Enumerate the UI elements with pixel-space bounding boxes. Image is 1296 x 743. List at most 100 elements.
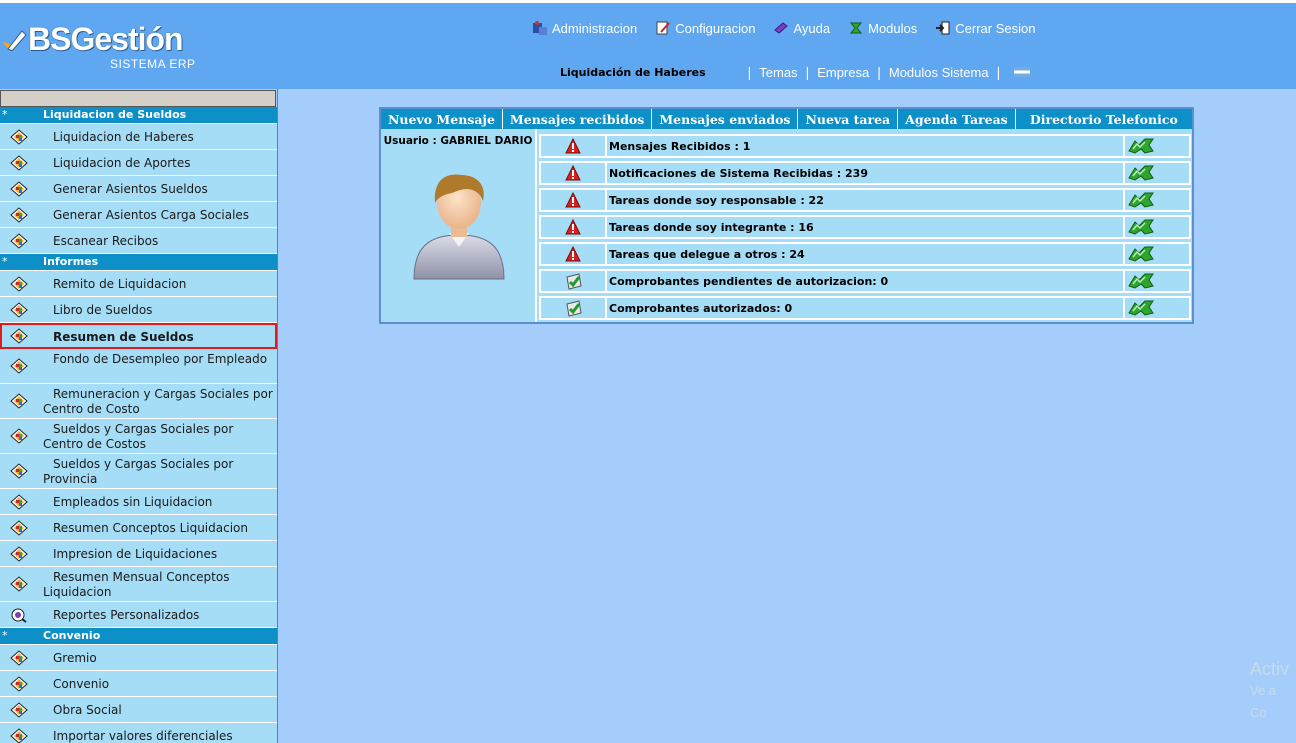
nav-configuracion-label: Configuracion (675, 20, 756, 36)
go-arrow-icon[interactable] (1125, 244, 1189, 264)
module-item-icon (10, 302, 28, 318)
tab-agenda-tareas[interactable]: Agenda Tareas (898, 109, 1016, 129)
approved-check-icon (541, 271, 607, 291)
sidebar-item-generar-asientos-sueldos[interactable]: Generar Asientos Sueldos (0, 176, 277, 202)
sidebar-item-resumen-mensual-conceptos-liquidacion[interactable]: Resumen Mensual Conceptos Liquidacion (0, 567, 277, 602)
sidebar-item-resumen-de-sueldos[interactable]: Resumen de Sueldos (0, 323, 277, 349)
module-item-icon (10, 328, 28, 344)
warning-icon (541, 244, 607, 264)
section-convenio[interactable]: * Convenio (0, 628, 277, 645)
sidebar-item-sueldos-y-cargas-sociales-por-centro-de-costos[interactable]: Sueldos y Cargas Sociales por Centro de … (0, 419, 277, 454)
current-module-title: Liquidación de Haberes (560, 65, 706, 79)
summary-rows: Mensajes Recibidos : 1 Notificaciones de … (539, 134, 1191, 323)
go-arrow-icon[interactable] (1125, 298, 1189, 318)
subnav-empresa[interactable]: Empresa (817, 65, 869, 80)
windows-activation-watermark: Activ Ve a Co (1250, 658, 1296, 724)
logo-subtitle: SISTEMA ERP (110, 57, 196, 71)
sidebar-item-escanear-recibos[interactable]: Escanear Recibos (0, 228, 277, 254)
summary-text: Comprobantes pendientes de autorizacion:… (607, 271, 1125, 291)
watermark-line2: Ve a Co (1250, 683, 1277, 720)
sidebar-item-sueldos-y-cargas-sociales-por-provincia[interactable]: Sueldos y Cargas Sociales por Provincia (0, 454, 277, 489)
sidebar-item-impresion-de-liquidaciones[interactable]: Impresion de Liquidaciones (0, 541, 277, 567)
sidebar-menu: * Liquidacion de Sueldos Liquidacion de … (0, 89, 278, 743)
sidebar-item-remito-de-liquidacion[interactable]: Remito de Liquidacion (0, 271, 277, 297)
dashboard-panel: Nuevo Mensaje Mensajes recibidos Mensaje… (379, 107, 1194, 324)
sidebar-item-label: Obra Social (53, 703, 122, 717)
tab-directorio-telefonico[interactable]: Directorio Telefonico (1016, 109, 1192, 129)
user-avatar-icon (413, 174, 505, 280)
summary-text: Tareas donde soy integrante : 16 (607, 217, 1125, 237)
sidebar-item-convenio[interactable]: Convenio (0, 671, 277, 697)
nav-modulos-label: Modulos (868, 20, 918, 36)
subnav-modulos-sistema[interactable]: Modulos Sistema (889, 65, 989, 80)
summary-row: Tareas donde soy integrante : 16 (539, 215, 1191, 239)
nav-configuracion[interactable]: Configuracion (655, 20, 755, 36)
go-arrow-icon[interactable] (1125, 271, 1189, 291)
modules-icon (850, 22, 863, 34)
config-icon (656, 21, 671, 35)
sidebar-item-label: Importar valores diferenciales (53, 729, 233, 743)
panel-tabs: Nuevo Mensaje Mensajes recibidos Mensaje… (381, 109, 1192, 129)
go-arrow-icon[interactable] (1125, 217, 1189, 237)
sidebar-top-bar (0, 90, 276, 107)
sidebar-item-label: Sueldos y Cargas Sociales por Provincia (43, 457, 234, 486)
sidebar-item-liquidacion-de-haberes[interactable]: Liquidacion de Haberes (0, 124, 277, 150)
summary-text: Notificaciones de Sistema Recibidas : 23… (607, 163, 1125, 183)
sidebar-item-reportes-personalizados[interactable]: Reportes Personalizados (0, 602, 277, 628)
section-informes[interactable]: * Informes (0, 254, 277, 271)
summary-row: Notificaciones de Sistema Recibidas : 23… (539, 161, 1191, 185)
sidebar-item-generar-asientos-carga-sociales[interactable]: Generar Asientos Carga Sociales (0, 202, 277, 228)
sidebar-item-label: Generar Asientos Sueldos (53, 182, 208, 196)
nav-administracion-label: Administracion (552, 20, 638, 36)
sidebar-item-obra-social[interactable]: Obra Social (0, 697, 277, 723)
report-icon (10, 607, 28, 623)
subnav-separator: | (805, 64, 810, 80)
nav-cerrar-sesion-label: Cerrar Sesion (955, 20, 1036, 36)
tab-mensajes-recibidos[interactable]: Mensajes recibidos (503, 109, 653, 129)
go-arrow-icon[interactable] (1125, 136, 1189, 156)
nav-ayuda[interactable]: Ayuda (773, 20, 830, 36)
logout-icon (936, 21, 950, 35)
nav-administracion[interactable]: Administracion (532, 20, 637, 36)
summary-text: Tareas donde soy responsable : 22 (607, 190, 1125, 210)
go-arrow-icon[interactable] (1125, 163, 1189, 183)
sidebar-item-remuneracion-y-cargas-sociales-por-centro-de-costo[interactable]: Remuneracion y Cargas Sociales por Centr… (0, 384, 277, 419)
sidebar-item-liquidacion-de-aportes[interactable]: Liquidacion de Aportes (0, 150, 277, 176)
module-item-icon (10, 129, 28, 145)
summary-row: Comprobantes autorizados: 0 (539, 296, 1191, 320)
nav-modulos[interactable]: Modulos (848, 20, 917, 36)
sidebar-item-label: Fondo de Desempleo por Empleado (53, 352, 268, 366)
subnav-separator: | (996, 64, 1001, 80)
warning-icon (541, 163, 607, 183)
argentina-flag-icon[interactable] (1014, 67, 1031, 77)
tab-nueva-tarea[interactable]: Nueva tarea (798, 109, 899, 129)
summary-row: Tareas que delegue a otros : 24 (539, 242, 1191, 266)
sidebar-item-resumen-conceptos-liquidacion[interactable]: Resumen Conceptos Liquidacion (0, 515, 277, 541)
sidebar-item-label: Resumen Mensual Conceptos Liquidacion (43, 570, 230, 599)
top-navigation: Administracion Configuracion Ayuda Modul… (532, 17, 1053, 39)
sidebar-item-importar-valores-diferenciales[interactable]: Importar valores diferenciales (0, 723, 277, 743)
module-item-icon (10, 207, 28, 223)
sidebar-item-label: Generar Asientos Carga Sociales (53, 208, 250, 222)
nav-ayuda-label: Ayuda (793, 20, 831, 36)
module-item-icon (10, 650, 28, 666)
sidebar-item-label: Reportes Personalizados (53, 608, 200, 622)
tab-nuevo-mensaje[interactable]: Nuevo Mensaje (381, 109, 503, 129)
go-arrow-icon[interactable] (1125, 190, 1189, 210)
sidebar-item-gremio[interactable]: Gremio (0, 645, 277, 671)
warning-icon (541, 190, 607, 210)
sidebar-item-label: Empleados sin Liquidacion (53, 495, 213, 509)
sidebar-item-empleados-sin-liquidacion[interactable]: Empleados sin Liquidacion (0, 489, 277, 515)
tab-mensajes-enviados[interactable]: Mensajes enviados (652, 109, 799, 129)
section-star: * (2, 108, 8, 121)
nav-cerrar-sesion[interactable]: Cerrar Sesion (935, 20, 1035, 36)
subnav-temas[interactable]: Temas (759, 65, 797, 80)
sidebar-item-fondo-de-desempleo-por-empleado[interactable]: Fondo de Desempleo por Empleado (0, 349, 277, 384)
summary-row: Tareas donde soy responsable : 22 (539, 188, 1191, 212)
section-liquidacion-de-sueldos[interactable]: * Liquidacion de Sueldos (0, 107, 277, 124)
sidebar-item-libro-de-sueldos[interactable]: Libro de Sueldos (0, 297, 277, 323)
bsgestion-logo[interactable]: BSGestión SISTEMA ERP (0, 21, 210, 77)
sidebar-item-label: Gremio (53, 651, 97, 665)
warning-icon (541, 217, 607, 237)
sidebar-item-label: Resumen de Sueldos (53, 330, 194, 344)
